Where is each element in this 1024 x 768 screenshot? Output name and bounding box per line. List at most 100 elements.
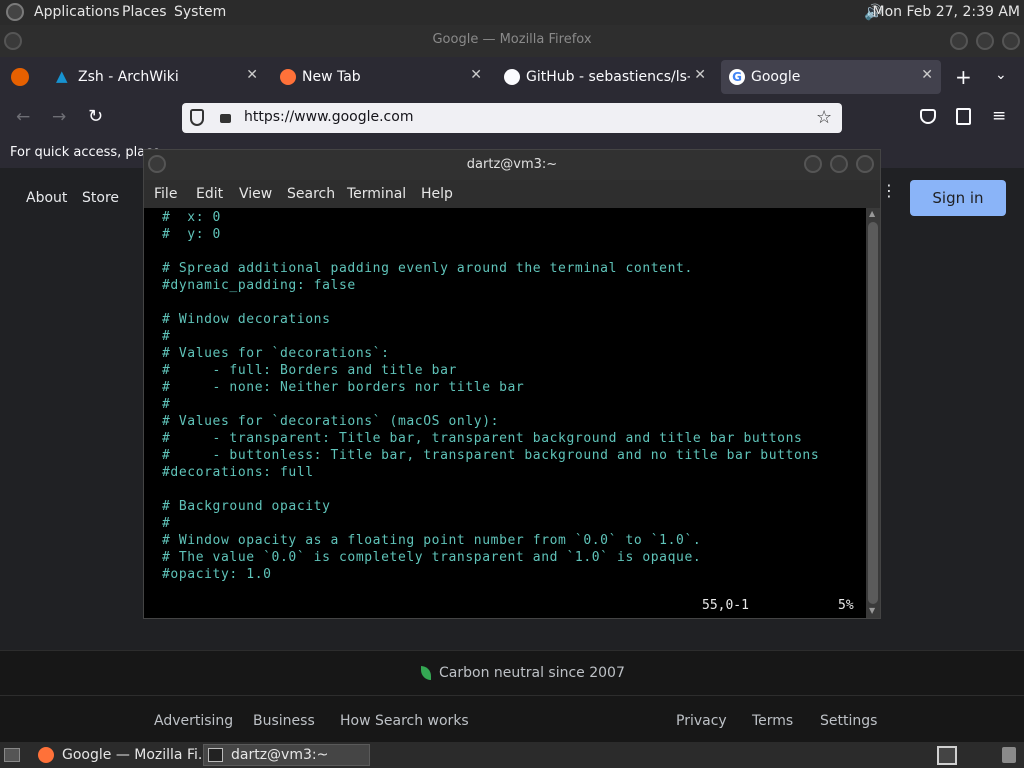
store-link[interactable]: Store — [82, 190, 119, 206]
reload-icon[interactable]: ↻ — [88, 106, 103, 127]
terminal-close-button[interactable] — [856, 155, 874, 173]
cursor-position: 55,0-1 — [702, 598, 749, 613]
terminal-menubar: File Edit View Search Terminal Help — [144, 180, 880, 208]
close-tab-icon[interactable]: ✕ — [246, 67, 258, 83]
new-tab-button[interactable]: + — [955, 65, 972, 89]
bottom-taskbar: Google — Mozilla Fi... dartz@vm3:~ — [0, 742, 1024, 768]
terminal-line: # - transparent: Title bar, transparent … — [162, 431, 803, 446]
firefox-icon — [280, 69, 296, 85]
forward-icon[interactable]: → — [52, 107, 66, 127]
system-menu[interactable]: System — [174, 4, 226, 20]
terminal-line: # Window opacity as a floating point num… — [162, 533, 702, 548]
applications-menu[interactable]: Applications — [34, 4, 120, 20]
tab-zsh-archwiki[interactable]: ▲ Zsh - ArchWiki ✕ — [48, 60, 266, 94]
list-all-tabs-icon[interactable]: ⌄ — [995, 67, 1007, 83]
trash-icon[interactable] — [1002, 747, 1016, 763]
terminal-line: # — [162, 329, 171, 344]
terminal-title: dartz@vm3:~ — [466, 157, 558, 172]
terminal-line: # Background opacity — [162, 499, 331, 514]
settings-link[interactable]: Settings — [820, 713, 877, 729]
terminal-line: # — [162, 516, 171, 531]
scroll-up-icon[interactable]: ▲ — [869, 209, 875, 218]
taskbar-firefox[interactable]: Google — Mozilla Fi... — [34, 744, 211, 766]
terminal-titlebar[interactable]: dartz@vm3:~ — [144, 150, 880, 180]
close-tab-icon[interactable]: ✕ — [921, 67, 933, 83]
tab-github[interactable]: GitHub - sebastiencs/ls-icon ✕ — [496, 60, 714, 94]
business-link[interactable]: Business — [253, 713, 315, 729]
terminal-line: # - buttonless: Title bar, transparent b… — [162, 448, 820, 463]
firefox-view-icon[interactable] — [11, 68, 29, 86]
minimize-button[interactable] — [950, 32, 968, 50]
terminal-scrollbar[interactable]: ▲ ▼ — [866, 208, 880, 618]
gnome-foot-icon[interactable] — [6, 3, 24, 21]
navigation-bar: ← → ↻ https://www.google.com ☆ ≡ — [0, 98, 1024, 139]
places-menu[interactable]: Places — [122, 4, 167, 20]
carbon-neutral-text: Carbon neutral since 2007 — [439, 665, 625, 681]
extensions-icon[interactable] — [956, 108, 971, 125]
terminal-line: # Values for `decorations` (macOS only): — [162, 414, 500, 429]
terminal-line: # y: 0 — [162, 227, 221, 242]
terminal-window[interactable]: dartz@vm3:~ File Edit View Search Termin… — [143, 149, 881, 619]
terminal-minimize-button[interactable] — [804, 155, 822, 173]
tracking-protection-icon[interactable] — [190, 109, 204, 126]
menu-search[interactable]: Search — [287, 186, 335, 202]
pocket-icon[interactable] — [920, 109, 936, 124]
terminal-icon — [208, 748, 223, 762]
taskbar-item-label: dartz@vm3:~ — [231, 747, 329, 763]
lock-icon[interactable] — [220, 114, 231, 123]
url-text[interactable]: https://www.google.com — [244, 109, 413, 125]
terminal-content[interactable]: # x: 0 # y: 0 # Spread additional padding… — [144, 208, 866, 618]
terminal-line: # The value `0.0` is completely transpar… — [162, 550, 702, 565]
about-link[interactable]: About — [26, 190, 67, 206]
scrollbar-thumb[interactable] — [868, 222, 878, 604]
taskbar-item-label: Google — Mozilla Fi... — [62, 747, 212, 763]
advertising-link[interactable]: Advertising — [154, 713, 233, 729]
close-window-button[interactable] — [1002, 32, 1020, 50]
github-icon — [504, 69, 520, 85]
terminal-line: #dynamic_padding: false — [162, 278, 356, 293]
privacy-link[interactable]: Privacy — [676, 713, 727, 729]
terminal-text: # x: 0 # y: 0 # Spread additional padding… — [162, 209, 819, 583]
firefox-window-title: Google — Mozilla Firefox — [432, 32, 592, 47]
maximize-button[interactable] — [976, 32, 994, 50]
terminal-line: # Spread additional padding evenly aroun… — [162, 261, 693, 276]
tab-label: Google — [751, 69, 801, 85]
terminal-line: #opacity: 1.0 — [162, 567, 272, 582]
show-desktop-icon[interactable] — [4, 748, 20, 762]
close-tab-icon[interactable]: ✕ — [470, 67, 482, 83]
terminal-line: # - none: Neither borders nor title bar — [162, 380, 525, 395]
workspace-switcher[interactable] — [937, 746, 957, 765]
tab-new-tab[interactable]: New Tab ✕ — [272, 60, 490, 94]
footer-carbon-band: Carbon neutral since 2007 — [0, 650, 1024, 695]
hamburger-menu-icon[interactable]: ≡ — [992, 106, 1006, 126]
close-tab-icon[interactable]: ✕ — [694, 67, 706, 83]
sign-in-button[interactable]: Sign in — [910, 180, 1006, 216]
footer-links: Advertising Business How Search works Pr… — [0, 695, 1024, 742]
tab-label: GitHub - sebastiencs/ls-icon — [526, 69, 690, 85]
menu-view[interactable]: View — [239, 186, 272, 202]
leaf-icon — [421, 666, 431, 680]
taskbar-terminal[interactable]: dartz@vm3:~ — [203, 744, 370, 766]
scroll-down-icon[interactable]: ▼ — [869, 606, 875, 615]
firefox-icon — [38, 747, 54, 763]
menu-file[interactable]: File — [154, 186, 177, 202]
terminal-line: # x: 0 — [162, 210, 221, 225]
back-icon[interactable]: ← — [16, 107, 30, 127]
menu-help[interactable]: Help — [421, 186, 453, 202]
apps-grid-icon[interactable]: ⋮ — [881, 183, 897, 199]
clock[interactable]: Mon Feb 27, 2:39 AM — [873, 4, 1020, 20]
tab-google[interactable]: G Google ✕ — [721, 60, 941, 94]
menu-terminal[interactable]: Terminal — [347, 186, 406, 202]
how-search-works-link[interactable]: How Search works — [340, 713, 469, 729]
terms-link[interactable]: Terms — [752, 713, 793, 729]
terminal-maximize-button[interactable] — [830, 155, 848, 173]
menu-edit[interactable]: Edit — [196, 186, 223, 202]
tab-label: Zsh - ArchWiki — [78, 69, 179, 85]
scroll-percentage: 5% — [838, 598, 854, 613]
bookmark-star-icon[interactable]: ☆ — [816, 107, 832, 128]
terminal-line: #decorations: full — [162, 465, 314, 480]
terminal-line: # — [162, 397, 171, 412]
url-bar[interactable]: https://www.google.com ☆ — [182, 103, 842, 133]
